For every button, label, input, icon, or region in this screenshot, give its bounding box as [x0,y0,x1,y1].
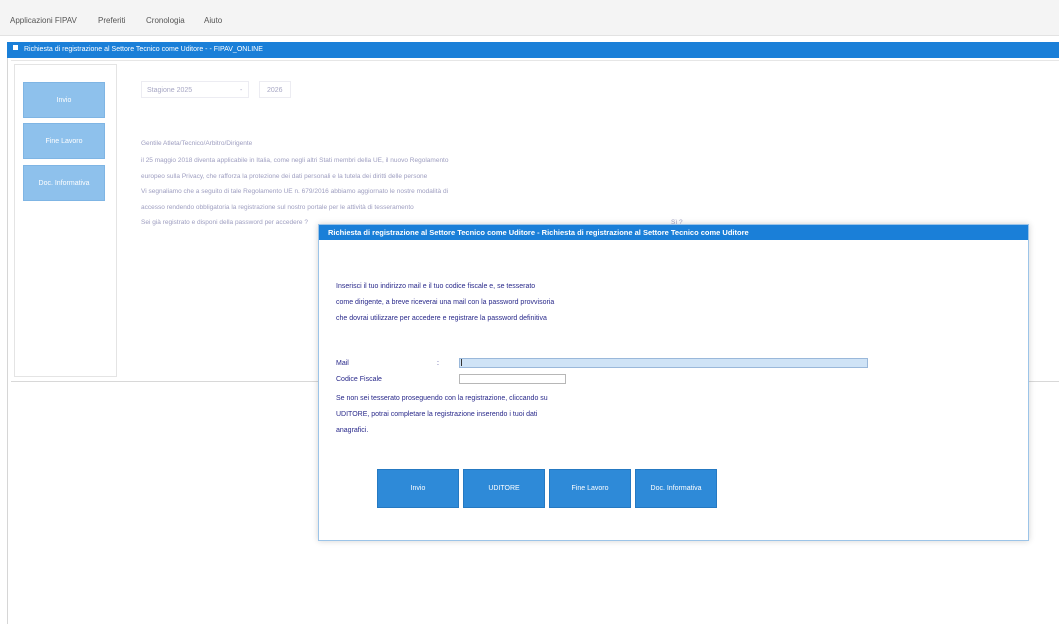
doc-informativa-button[interactable]: Doc. Informativa [635,469,717,508]
menu-aiuto[interactable]: Aiuto [204,16,222,25]
season-label: Stagione 2025 [147,87,193,94]
mail-label: Mail [336,360,349,367]
privacy-text-line: Gentile Atleta/Tecnico/Arbitro/Dirigente [141,140,253,147]
menu-cronologia[interactable]: Cronologia [146,16,185,25]
sidebar-doc-informativa-button[interactable]: Doc. Informativa [23,165,105,201]
text-cursor [461,359,462,366]
dialog-title: Richiesta di registrazione al Settore Te… [319,225,1028,240]
season-separator: - [240,87,243,94]
registered-question: Sei già registrato e disponi della passw… [141,219,308,226]
menu-preferiti[interactable]: Preferiti [98,16,126,25]
sidebar-invio-button[interactable]: Invio [23,82,105,118]
window-title: Richiesta di registrazione al Settore Te… [24,46,263,53]
dialog-note-line: Se non sei tesserato proseguendo con la … [336,395,548,402]
season-end: 2026 [267,87,283,94]
menu-bar: Applicazioni FIPAV Preferiti Cronologia … [0,0,1059,36]
sidebar-fine-lavoro-button[interactable]: Fine Lavoro [23,123,105,159]
sidebar: Invio Fine Lavoro Doc. Informativa [14,64,117,377]
dialog-intro-line: Inserisci il tuo indirizzo mail e il tuo… [336,283,536,290]
privacy-text-line: Vi segnaliamo che a seguito di tale Rego… [141,188,449,195]
privacy-text-line: europeo sulla Privacy, che rafforza la p… [141,173,428,180]
menu-applicazioni[interactable]: Applicazioni FIPAV [10,16,77,25]
fine-lavoro-button[interactable]: Fine Lavoro [549,469,631,508]
uditore-button[interactable]: UDITORE [463,469,545,508]
window-title-bar: Richiesta di registrazione al Settore Te… [7,42,1059,58]
dialog-intro-line: come dirigente, a breve riceverai una ma… [336,299,555,306]
privacy-text-line: accesso rendendo obbligatoria la registr… [141,204,414,211]
registration-dialog: Richiesta di registrazione al Settore Te… [318,224,1029,541]
dialog-note-line: UDITORE, potrai completare la registrazi… [336,411,538,418]
codice-fiscale-input[interactable] [459,374,566,384]
codice-fiscale-label: Codice Fiscale [336,376,382,383]
dialog-intro-line: che dovrai utilizzare per accedere e reg… [336,315,547,322]
dialog-note-line: anagrafici. [336,427,369,434]
mail-colon: : [437,360,439,367]
invio-button[interactable]: Invio [377,469,459,508]
mail-input[interactable] [459,358,868,368]
window-icon [13,45,18,50]
privacy-text-line: il 25 maggio 2018 diventa applicabile in… [141,157,449,164]
